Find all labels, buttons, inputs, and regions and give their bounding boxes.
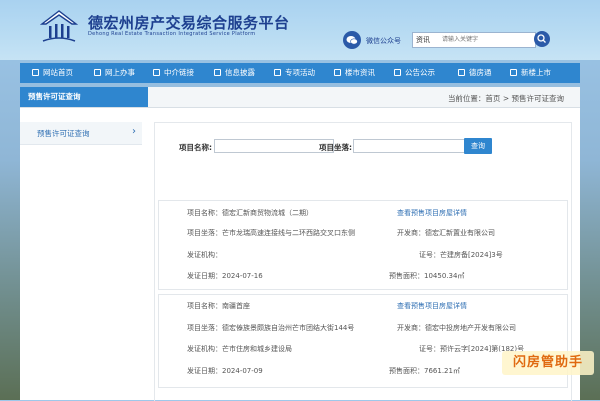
monitor-icon bbox=[94, 69, 101, 76]
project-location: 项目坐落：德宏傣族景颇族自治州芒市团结大街144号 bbox=[187, 324, 355, 332]
issue-date: 发证日期：2024-07-16 bbox=[187, 272, 263, 280]
building-icon bbox=[510, 69, 517, 76]
nav-item-home[interactable]: 网站首页 bbox=[32, 63, 73, 83]
project-location-label: 项目坐落: bbox=[319, 143, 352, 152]
breadcrumb: 当前位置：首页 > 预售许可证查询 bbox=[447, 94, 564, 103]
site-title: 德宏州房产交易综合服务平台 bbox=[88, 14, 290, 32]
search-category-select[interactable]: 资讯 bbox=[416, 35, 430, 45]
main-nav: 网站首页 网上办事 中介链接 信息披露 专项活动 楼市资讯 公告公示 德房通 新… bbox=[20, 63, 580, 83]
document-icon bbox=[214, 69, 221, 76]
issue-date: 发证日期：2024-07-09 bbox=[187, 367, 263, 375]
project-name: 项目名称：南疆首座 bbox=[187, 302, 250, 310]
megaphone-icon bbox=[394, 69, 401, 76]
search-icon bbox=[537, 34, 546, 43]
issuing-authority: 发证机构：芒市住房和城乡建设局 bbox=[187, 345, 292, 353]
nav-item-new-listings[interactable]: 新楼上市 bbox=[510, 63, 551, 83]
section-title: 预售许可证查询 bbox=[20, 87, 148, 107]
project-name-label: 项目名称: bbox=[179, 143, 212, 152]
developer: 开发商：德宏中投房地产开发有限公司 bbox=[397, 324, 516, 332]
presale-area: 预售面积：10450.34㎡ bbox=[389, 272, 465, 280]
issuing-authority: 发证机构： bbox=[187, 251, 222, 259]
nav-item-activities[interactable]: 专项活动 bbox=[274, 63, 315, 83]
news-icon bbox=[334, 69, 341, 76]
project-name-input[interactable] bbox=[214, 139, 334, 153]
wechat-label[interactable]: 微信公众号 bbox=[366, 36, 401, 46]
sidebar-item-presale-query[interactable]: 预售许可证查询 › bbox=[20, 122, 142, 145]
watermark: 闪房管助手 bbox=[502, 351, 594, 375]
wechat-icon[interactable] bbox=[343, 31, 361, 49]
nav-item-agency[interactable]: 中介链接 bbox=[153, 63, 194, 83]
site-header: 德宏州房产交易综合服务平台 Dehong Real Estate Transac… bbox=[0, 0, 600, 60]
project-location-input[interactable] bbox=[353, 139, 473, 153]
result-card: 项目名称：德宏汇新商贸物流城（二期） 查看预售项目房屋详情 项目坐落：芒市龙瑞高… bbox=[158, 200, 568, 290]
search-input[interactable] bbox=[442, 33, 528, 45]
home-icon bbox=[32, 69, 39, 76]
nav-item-defangtong[interactable]: 德房通 bbox=[458, 63, 492, 83]
nav-item-disclosure[interactable]: 信息披露 bbox=[214, 63, 255, 83]
chevron-right-icon: › bbox=[132, 126, 136, 137]
project-name: 项目名称：德宏汇新商贸物流城（二期） bbox=[187, 209, 313, 217]
link-icon bbox=[153, 69, 160, 76]
query-button[interactable]: 查询 bbox=[464, 138, 492, 154]
app-icon bbox=[458, 69, 465, 76]
view-details-link[interactable]: 查看预售项目房屋详情 bbox=[397, 301, 467, 311]
developer: 开发商：德宏汇新置业有限公司 bbox=[397, 229, 495, 237]
nav-item-online-service[interactable]: 网上办事 bbox=[94, 63, 135, 83]
flag-icon bbox=[274, 69, 281, 76]
logo-icon bbox=[40, 10, 78, 42]
sidebar-item-label: 预售许可证查询 bbox=[37, 129, 90, 138]
project-location: 项目坐落：芒市龙瑞高速连接线与二环西路交叉口东侧 bbox=[187, 229, 355, 237]
nav-item-announcements[interactable]: 公告公示 bbox=[394, 63, 435, 83]
view-details-link[interactable]: 查看预售项目房屋详情 bbox=[397, 208, 467, 218]
search-button[interactable] bbox=[534, 31, 550, 47]
site-subtitle: Dehong Real Estate Transaction Integrate… bbox=[88, 31, 256, 37]
presale-area: 预售面积：7661.21㎡ bbox=[389, 367, 460, 375]
certificate-number: 证号：芒建房备[2024]3号 bbox=[419, 251, 503, 259]
nav-item-news[interactable]: 楼市资讯 bbox=[334, 63, 375, 83]
section-bar: 预售许可证查询 当前位置：首页 > 预售许可证查询 bbox=[20, 87, 580, 108]
